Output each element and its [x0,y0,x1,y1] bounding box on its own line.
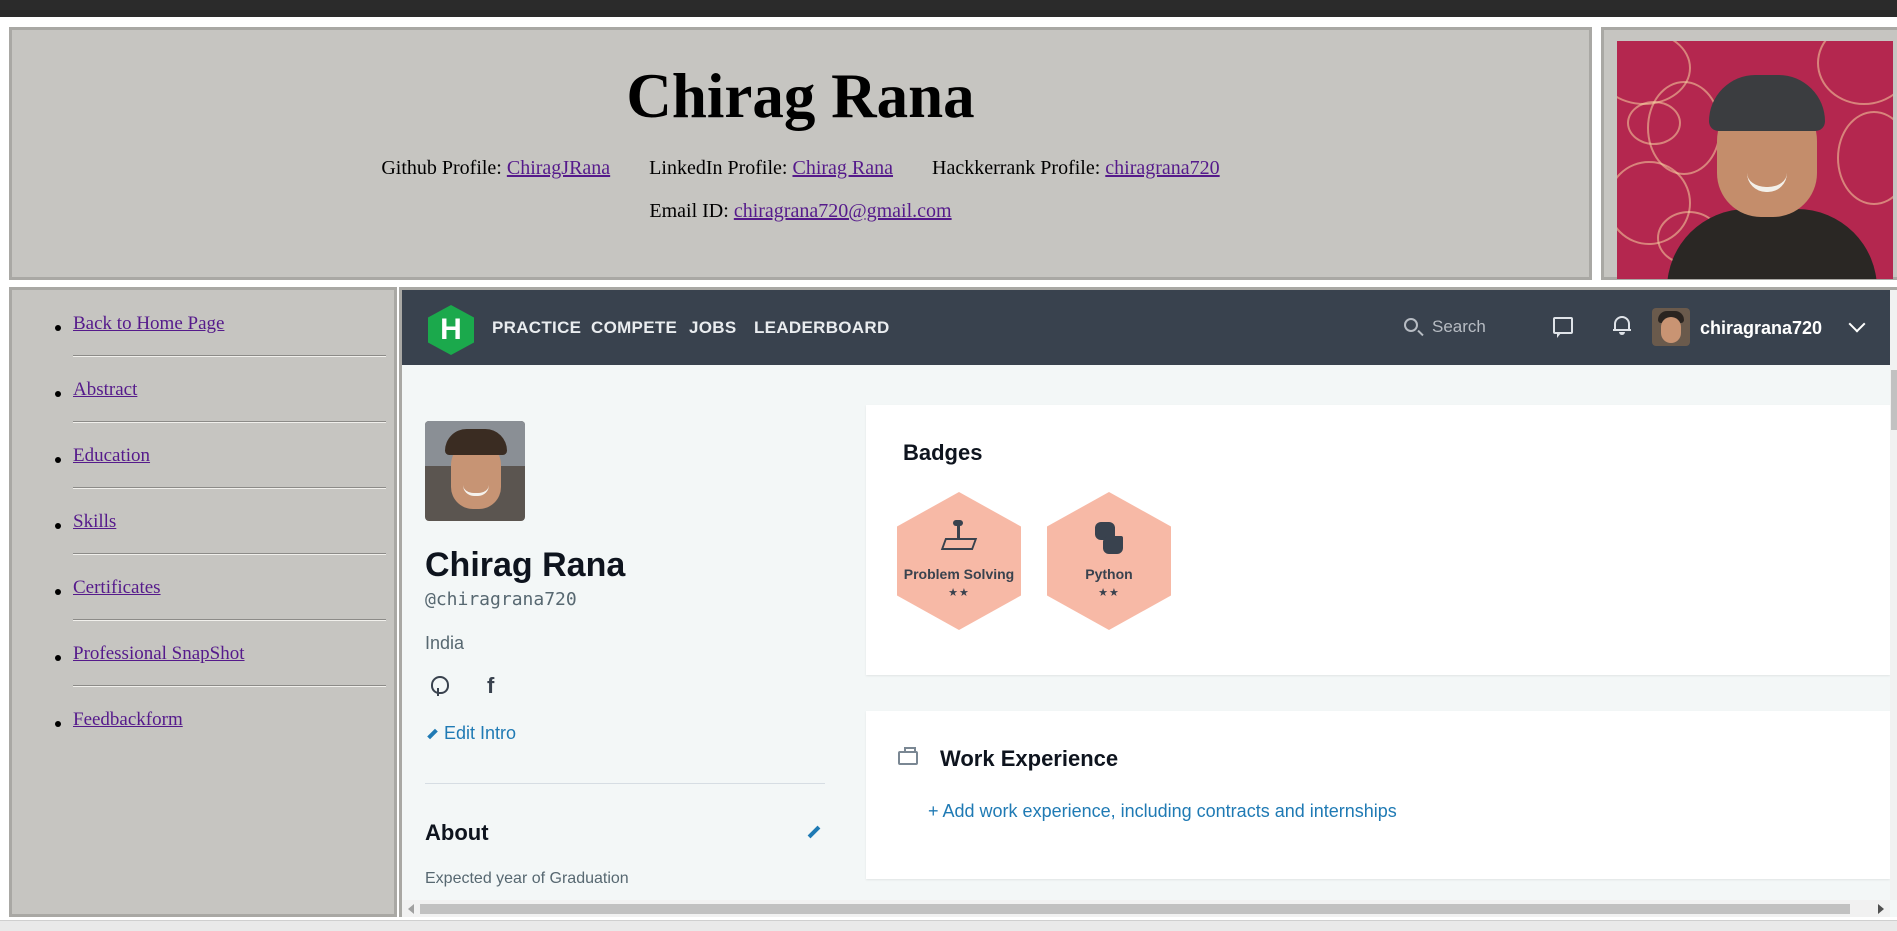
profile-photo [1617,41,1893,279]
nav-link-snapshot[interactable]: Professional SnapShot [73,643,245,665]
badge-label: Problem Solving [903,566,1015,582]
taskbar-strip [0,920,1897,931]
hackerrank-logo-icon[interactable]: H [428,305,474,355]
about-graduation-label: Expected year of Graduation [425,870,629,887]
profile-links-row: Github Profile: ChiragJRana LinkedIn Pro… [12,157,1589,180]
hackerrank-frame: H PRACTICE COMPETE JOBS LEADERBOARD Sear… [399,287,1897,917]
nav-link-skills[interactable]: Skills [73,511,116,533]
linkedin-profile: LinkedIn Profile: Chirag Rana [649,157,893,179]
nav-compete[interactable]: COMPETE [591,318,677,338]
search-input[interactable]: Search [1402,314,1507,342]
edit-intro-link[interactable]: Edit Intro [427,723,516,744]
joystick-icon [940,520,978,556]
badge-stars: ★★ [1098,587,1120,599]
hackerrank-navbar: H PRACTICE COMPETE JOBS LEADERBOARD Sear… [402,290,1890,365]
badge-stars: ★★ [948,587,970,599]
header-frame: Chirag Rana Github Profile: ChiragJRana … [9,27,1592,280]
github-icon[interactable] [431,676,449,696]
nav-link-home[interactable]: Back to Home Page [73,313,224,335]
chat-icon[interactable] [1553,317,1573,338]
github-label: Github Profile: [381,157,502,179]
search-placeholder: Search [1432,317,1486,336]
page-title: Chirag Rana [626,61,975,131]
nav-jobs[interactable]: JOBS [689,318,737,338]
python-icon [1091,520,1127,556]
about-title: About [425,820,489,845]
chevron-down-icon[interactable] [1848,315,1866,333]
facebook-icon[interactable]: f [487,673,494,699]
badge-problem-solving[interactable]: Problem Solving ★★ [897,492,1021,630]
briefcase-icon [898,747,918,765]
badges-title: Badges [903,440,983,465]
hackerrank-profile: Hackkerrank Profile: chiragrana720 [932,157,1220,179]
nav-username[interactable]: chiragrana720 [1700,318,1822,339]
nav-item-feedback: Feedbackform [12,698,394,764]
nav-frame: Back to Home Page Abstract Education Ski… [9,287,397,917]
vertical-scrollbar[interactable] [1890,290,1897,900]
horizontal-scrollbar[interactable] [402,900,1890,917]
browser-top-strip [0,0,1897,17]
nav-item-skills: Skills [12,500,394,566]
linkedin-link[interactable]: Chirag Rana [792,157,893,179]
github-link[interactable]: ChiragJRana [507,157,610,179]
badge-python[interactable]: Python ★★ [1047,492,1171,630]
nav-practice[interactable]: PRACTICE [492,318,581,338]
hackerrank-label: Hackkerrank Profile: [932,157,1101,179]
avatar[interactable] [1652,308,1690,346]
nav-item-certificates: Certificates [12,566,394,632]
photo-frame [1601,27,1897,280]
add-work-experience-link[interactable]: + Add work experience, including contrac… [928,801,1397,822]
nav-item-education: Education [12,434,394,500]
search-icon [1404,318,1418,332]
work-experience-title: Work Experience [940,746,1119,771]
bell-icon[interactable] [1613,315,1631,335]
nav-leaderboard[interactable]: LEADERBOARD [754,318,890,338]
linkedin-label: LinkedIn Profile: [649,157,788,179]
nav-link-certificates[interactable]: Certificates [73,577,161,599]
hackerrank-link[interactable]: chiragrana720 [1105,157,1219,179]
nav-list: Back to Home Page Abstract Education Ski… [12,302,394,764]
badge-label: Python [1085,566,1133,582]
edit-intro-label: Edit Intro [444,723,517,743]
profile-country: India [425,633,465,653]
nav-link-education[interactable]: Education [73,445,150,467]
badges-card: Badges Problem Solving ★★ Python ★★ [866,405,1890,675]
github-profile: Github Profile: ChiragJRana [381,157,610,179]
email-label: Email ID: [649,200,729,222]
profile-avatar [425,421,525,521]
about-edit-icon[interactable] [807,825,821,839]
nav-link-abstract[interactable]: Abstract [73,379,137,401]
nav-item-abstract: Abstract [12,368,394,434]
profile-divider [425,783,825,784]
profile-name: Chirag Rana [425,546,626,584]
nav-link-feedback[interactable]: Feedbackform [73,709,183,731]
email-row: Email ID: chiragrana720@gmail.com [12,200,1589,223]
nav-item-home: Back to Home Page [12,302,394,368]
profile-handle: @chiragrana720 [425,589,577,610]
email-link[interactable]: chiragrana720@gmail.com [734,200,952,222]
pencil-icon [427,728,438,740]
nav-item-snapshot: Professional SnapShot [12,632,394,698]
work-experience-card: Work Experience + Add work experience, i… [866,711,1890,879]
